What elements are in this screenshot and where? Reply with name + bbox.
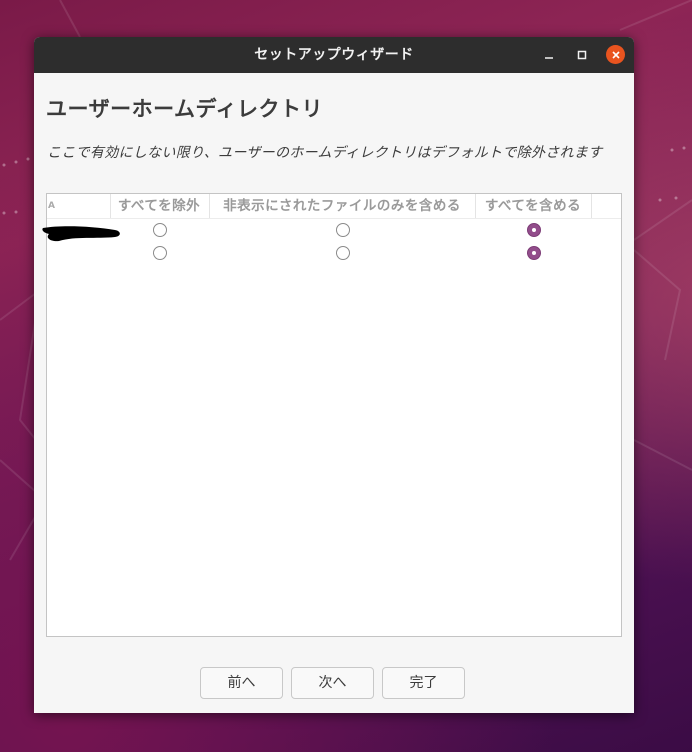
radio-include-all[interactable]	[527, 223, 541, 237]
title-bar[interactable]: セットアップウィザード	[34, 37, 634, 73]
next-button[interactable]: 次へ	[291, 667, 374, 699]
radio-include-all[interactable]	[527, 246, 541, 260]
radio-exclude-all[interactable]	[153, 246, 167, 260]
table-row	[47, 242, 621, 265]
minimize-icon	[545, 57, 553, 59]
maximize-button[interactable]	[573, 46, 591, 64]
minimize-button[interactable]	[540, 46, 558, 64]
column-header-exclude-all[interactable]: すべてを除外	[109, 194, 210, 218]
radio-exclude-all[interactable]	[153, 223, 167, 237]
column-header-include-all[interactable]: すべてを含める	[475, 194, 592, 218]
home-directory-table[interactable]: A すべてを除外 非表示にされたファイルのみを含める すべてを含める	[42, 193, 622, 637]
page-description: ここで有効にしない限り、ユーザーのホームディレクトリはデフォルトで除外されます	[47, 145, 603, 161]
table-header: A すべてを除外 非表示にされたファイルのみを含める すべてを含める	[47, 194, 621, 219]
setup-wizard-window: セットアップウィザード ユーザーホームディレクトリ ここで有効にしない限り、ユー…	[34, 37, 634, 713]
radio-include-hidden-only[interactable]	[336, 223, 350, 237]
maximize-icon	[577, 50, 587, 60]
finish-button[interactable]: 完了	[382, 667, 465, 699]
radio-include-hidden-only[interactable]	[336, 246, 350, 260]
close-button[interactable]	[606, 45, 625, 64]
column-header-name[interactable]: A	[47, 194, 111, 218]
table-row	[47, 219, 621, 242]
column-header-include-hidden-only[interactable]: 非表示にされたファイルのみを含める	[209, 194, 476, 218]
close-icon	[611, 50, 620, 59]
previous-button[interactable]: 前へ	[200, 667, 283, 699]
page-title: ユーザーホームディレクトリ	[46, 97, 323, 121]
